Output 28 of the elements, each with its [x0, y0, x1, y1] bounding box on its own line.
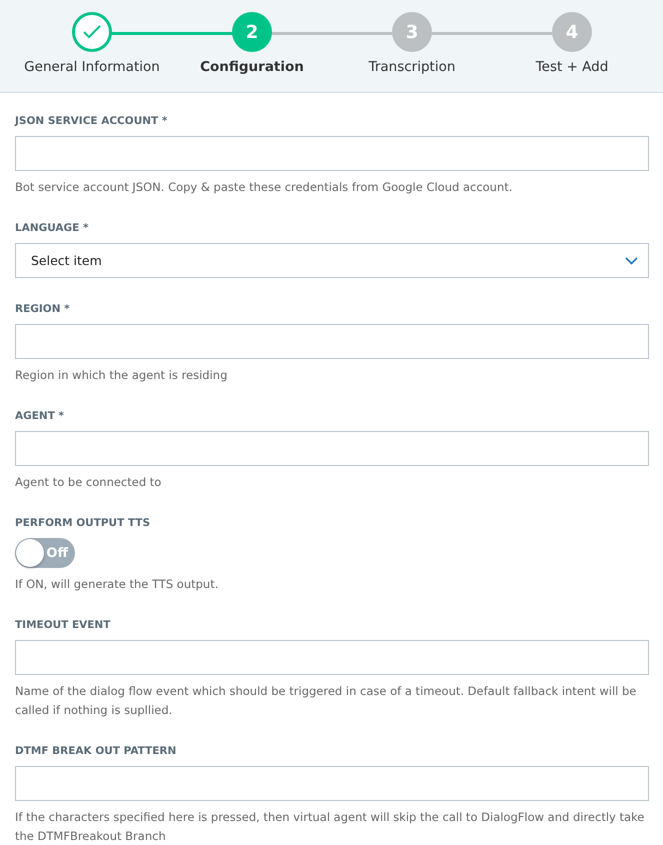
help-text: If ON, will generate the TTS output. — [15, 576, 220, 593]
help-text: Name of the dialog flow event which should be triggered in case of a timeout. Default fallback intent will be called if nothing is supllied. — [15, 683, 638, 719]
help-text: If the characters specified here is pressed, then virtual agent will skip the call to DialogFlow and directly take the DTMFBreakout Branch — [15, 809, 646, 845]
input-field[interactable] — [15, 766, 649, 801]
select-field[interactable]: Select item — [15, 243, 649, 278]
check-icon — [83, 25, 101, 39]
step-label: Configuration — [200, 59, 304, 75]
input-field[interactable] — [15, 431, 649, 466]
step-label: Test + Add — [536, 59, 608, 75]
input-field[interactable] — [15, 136, 649, 171]
field-label: REGION * — [15, 302, 71, 317]
step-indicator: 4 — [552, 12, 592, 52]
field-label: DTMF BREAK OUT PATTERN — [15, 744, 178, 759]
chevron-down-icon — [625, 256, 638, 264]
help-text: Region in which the agent is residing — [15, 367, 228, 384]
field-label: TIMEOUT EVENT — [15, 618, 112, 633]
help-text: Bot service account JSON. Copy & paste these credentials from Google Cloud account. — [15, 179, 514, 196]
field-label: PERFORM OUTPUT TTS — [15, 516, 152, 531]
field-label: JSON SERVICE ACCOUNT * — [15, 114, 168, 129]
step-label: General Information — [24, 59, 160, 75]
field-label: LANGUAGE * — [15, 221, 90, 236]
input-field[interactable] — [15, 324, 649, 359]
input-field[interactable] — [15, 640, 649, 675]
help-text: Agent to be connected to — [15, 474, 162, 491]
step-label: Transcription — [368, 59, 456, 75]
field-label: AGENT * — [15, 409, 66, 424]
step-indicator: 3 — [392, 12, 432, 52]
step-indicator: 2 — [232, 12, 272, 52]
